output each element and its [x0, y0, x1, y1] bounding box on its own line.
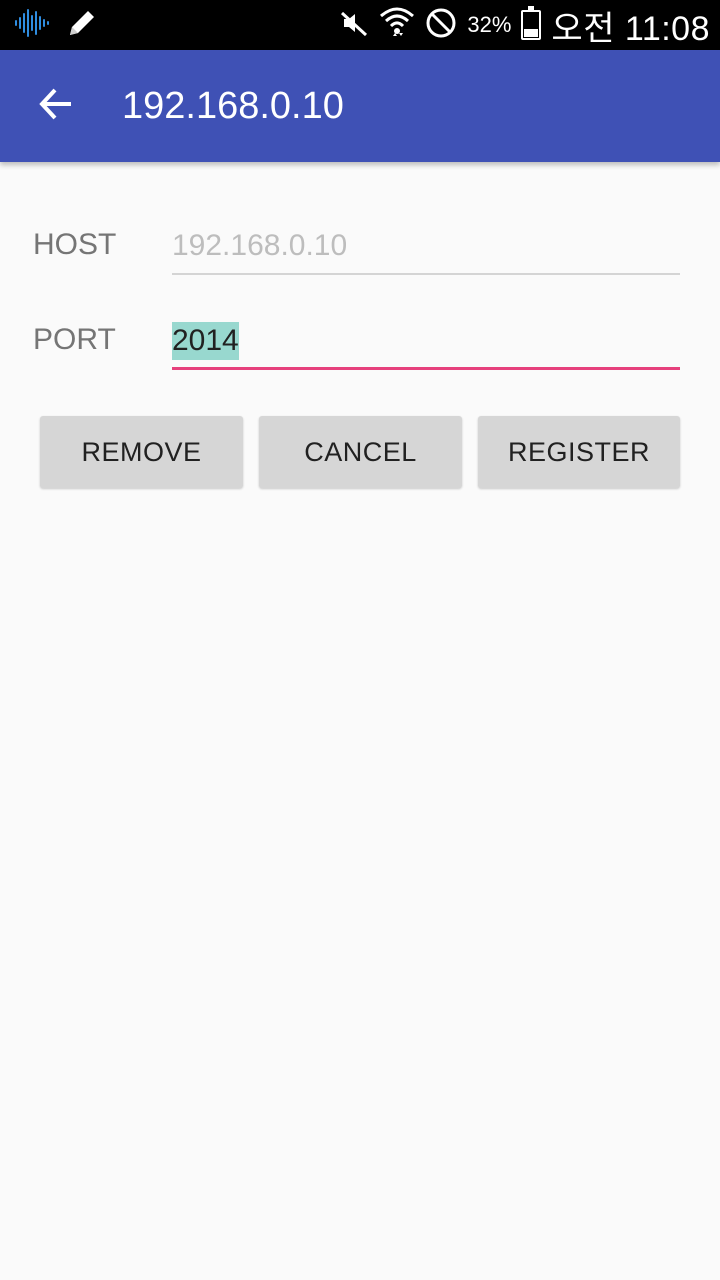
host-placeholder: 192.168.0.10 [172, 229, 348, 262]
port-label: PORT [33, 323, 116, 356]
port-input[interactable]: 2014 [172, 314, 680, 370]
status-time: 오전 11:08 [551, 9, 710, 48]
battery-icon [521, 6, 542, 40]
remove-button[interactable]: REMOVE [40, 416, 243, 488]
host-input[interactable]: 192.168.0.10 [172, 219, 680, 275]
do-not-disturb-icon [425, 7, 457, 44]
app-bar: 192.168.0.10 [0, 50, 720, 162]
cancel-button[interactable]: CANCEL [259, 416, 462, 488]
port-value: 2014 [172, 321, 239, 360]
register-button[interactable]: REGISTER [478, 416, 680, 488]
host-label: HOST [33, 228, 117, 261]
back-button[interactable] [28, 78, 84, 134]
mute-icon [339, 8, 369, 43]
pencil-icon [66, 7, 98, 44]
sound-wave-icon [14, 8, 50, 43]
battery-percent: 32% [467, 12, 512, 37]
arrow-back-icon [38, 86, 74, 127]
wifi-icon [379, 6, 415, 45]
status-bar: 32% 오전 11:08 [0, 0, 720, 50]
page-title: 192.168.0.10 [122, 85, 344, 127]
